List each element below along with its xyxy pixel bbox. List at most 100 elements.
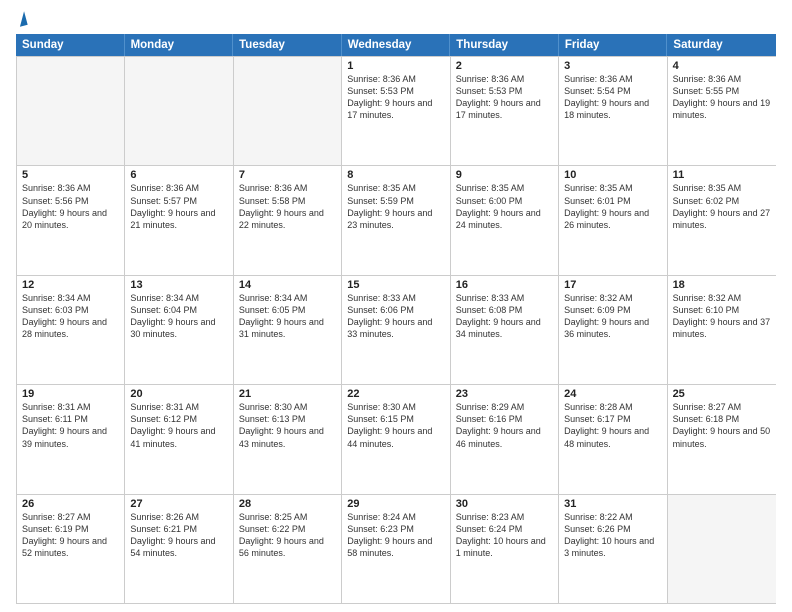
calendar-cell: 27Sunrise: 8:26 AM Sunset: 6:21 PM Dayli… [125,495,233,603]
day-number: 20 [130,388,227,400]
day-info: Sunrise: 8:35 AM Sunset: 6:00 PM Dayligh… [456,182,553,231]
day-number: 13 [130,279,227,291]
day-number: 29 [347,498,444,510]
day-info: Sunrise: 8:35 AM Sunset: 6:01 PM Dayligh… [564,182,661,231]
calendar-cell: 16Sunrise: 8:33 AM Sunset: 6:08 PM Dayli… [451,276,559,384]
day-info: Sunrise: 8:36 AM Sunset: 5:58 PM Dayligh… [239,182,336,231]
day-header-friday: Friday [559,34,668,56]
calendar-cell: 17Sunrise: 8:32 AM Sunset: 6:09 PM Dayli… [559,276,667,384]
day-info: Sunrise: 8:22 AM Sunset: 6:26 PM Dayligh… [564,511,661,560]
calendar-cell: 7Sunrise: 8:36 AM Sunset: 5:58 PM Daylig… [234,166,342,274]
day-number: 15 [347,279,444,291]
calendar-cell: 2Sunrise: 8:36 AM Sunset: 5:53 PM Daylig… [451,57,559,165]
calendar-cell: 13Sunrise: 8:34 AM Sunset: 6:04 PM Dayli… [125,276,233,384]
calendar-cell: 20Sunrise: 8:31 AM Sunset: 6:12 PM Dayli… [125,385,233,493]
calendar-cell: 29Sunrise: 8:24 AM Sunset: 6:23 PM Dayli… [342,495,450,603]
day-number: 31 [564,498,661,510]
calendar-cell: 31Sunrise: 8:22 AM Sunset: 6:26 PM Dayli… [559,495,667,603]
day-number: 11 [673,169,771,181]
day-number: 24 [564,388,661,400]
day-info: Sunrise: 8:29 AM Sunset: 6:16 PM Dayligh… [456,401,553,450]
day-number: 21 [239,388,336,400]
calendar-cell: 3Sunrise: 8:36 AM Sunset: 5:54 PM Daylig… [559,57,667,165]
logo-icon [16,11,27,27]
day-number: 25 [673,388,771,400]
day-number: 27 [130,498,227,510]
day-info: Sunrise: 8:35 AM Sunset: 6:02 PM Dayligh… [673,182,771,231]
day-number: 26 [22,498,119,510]
day-number: 12 [22,279,119,291]
day-info: Sunrise: 8:36 AM Sunset: 5:54 PM Dayligh… [564,73,661,122]
day-info: Sunrise: 8:34 AM Sunset: 6:03 PM Dayligh… [22,292,119,341]
calendar-cell: 22Sunrise: 8:30 AM Sunset: 6:15 PM Dayli… [342,385,450,493]
calendar-week-5: 26Sunrise: 8:27 AM Sunset: 6:19 PM Dayli… [17,494,776,603]
day-header-wednesday: Wednesday [342,34,451,56]
calendar-cell: 15Sunrise: 8:33 AM Sunset: 6:06 PM Dayli… [342,276,450,384]
day-number: 4 [673,60,771,72]
calendar-body: 1Sunrise: 8:36 AM Sunset: 5:53 PM Daylig… [16,56,776,604]
day-number: 8 [347,169,444,181]
calendar-header: SundayMondayTuesdayWednesdayThursdayFrid… [16,34,776,56]
day-info: Sunrise: 8:27 AM Sunset: 6:19 PM Dayligh… [22,511,119,560]
day-number: 14 [239,279,336,291]
day-info: Sunrise: 8:26 AM Sunset: 6:21 PM Dayligh… [130,511,227,560]
calendar-cell: 5Sunrise: 8:36 AM Sunset: 5:56 PM Daylig… [17,166,125,274]
day-info: Sunrise: 8:28 AM Sunset: 6:17 PM Dayligh… [564,401,661,450]
calendar-cell: 24Sunrise: 8:28 AM Sunset: 6:17 PM Dayli… [559,385,667,493]
day-number: 3 [564,60,661,72]
calendar-cell: 9Sunrise: 8:35 AM Sunset: 6:00 PM Daylig… [451,166,559,274]
day-info: Sunrise: 8:30 AM Sunset: 6:13 PM Dayligh… [239,401,336,450]
calendar-cell [234,57,342,165]
logo-text [16,12,27,26]
calendar-cell: 21Sunrise: 8:30 AM Sunset: 6:13 PM Dayli… [234,385,342,493]
day-number: 30 [456,498,553,510]
day-number: 28 [239,498,336,510]
day-header-sunday: Sunday [16,34,125,56]
calendar-week-4: 19Sunrise: 8:31 AM Sunset: 6:11 PM Dayli… [17,384,776,493]
calendar-cell: 10Sunrise: 8:35 AM Sunset: 6:01 PM Dayli… [559,166,667,274]
day-header-saturday: Saturday [667,34,776,56]
day-number: 16 [456,279,553,291]
day-header-thursday: Thursday [450,34,559,56]
calendar-cell: 4Sunrise: 8:36 AM Sunset: 5:55 PM Daylig… [668,57,776,165]
day-number: 17 [564,279,661,291]
calendar-cell [125,57,233,165]
calendar-cell: 19Sunrise: 8:31 AM Sunset: 6:11 PM Dayli… [17,385,125,493]
calendar-cell: 1Sunrise: 8:36 AM Sunset: 5:53 PM Daylig… [342,57,450,165]
day-info: Sunrise: 8:33 AM Sunset: 6:06 PM Dayligh… [347,292,444,341]
day-info: Sunrise: 8:36 AM Sunset: 5:53 PM Dayligh… [456,73,553,122]
day-info: Sunrise: 8:31 AM Sunset: 6:12 PM Dayligh… [130,401,227,450]
calendar-week-2: 5Sunrise: 8:36 AM Sunset: 5:56 PM Daylig… [17,165,776,274]
header [16,12,776,26]
day-info: Sunrise: 8:36 AM Sunset: 5:53 PM Dayligh… [347,73,444,122]
day-number: 23 [456,388,553,400]
page: SundayMondayTuesdayWednesdayThursdayFrid… [0,0,792,612]
day-info: Sunrise: 8:33 AM Sunset: 6:08 PM Dayligh… [456,292,553,341]
day-info: Sunrise: 8:36 AM Sunset: 5:55 PM Dayligh… [673,73,771,122]
day-number: 1 [347,60,444,72]
day-number: 2 [456,60,553,72]
day-info: Sunrise: 8:32 AM Sunset: 6:09 PM Dayligh… [564,292,661,341]
day-info: Sunrise: 8:34 AM Sunset: 6:04 PM Dayligh… [130,292,227,341]
calendar-cell: 25Sunrise: 8:27 AM Sunset: 6:18 PM Dayli… [668,385,776,493]
day-number: 10 [564,169,661,181]
calendar-week-3: 12Sunrise: 8:34 AM Sunset: 6:03 PM Dayli… [17,275,776,384]
logo [16,12,27,26]
day-info: Sunrise: 8:30 AM Sunset: 6:15 PM Dayligh… [347,401,444,450]
day-info: Sunrise: 8:36 AM Sunset: 5:56 PM Dayligh… [22,182,119,231]
calendar-cell: 8Sunrise: 8:35 AM Sunset: 5:59 PM Daylig… [342,166,450,274]
calendar-cell: 28Sunrise: 8:25 AM Sunset: 6:22 PM Dayli… [234,495,342,603]
calendar-cell: 23Sunrise: 8:29 AM Sunset: 6:16 PM Dayli… [451,385,559,493]
calendar-cell [668,495,776,603]
day-info: Sunrise: 8:32 AM Sunset: 6:10 PM Dayligh… [673,292,771,341]
calendar-week-1: 1Sunrise: 8:36 AM Sunset: 5:53 PM Daylig… [17,56,776,165]
day-info: Sunrise: 8:36 AM Sunset: 5:57 PM Dayligh… [130,182,227,231]
calendar-cell: 14Sunrise: 8:34 AM Sunset: 6:05 PM Dayli… [234,276,342,384]
calendar-cell: 6Sunrise: 8:36 AM Sunset: 5:57 PM Daylig… [125,166,233,274]
calendar-cell: 18Sunrise: 8:32 AM Sunset: 6:10 PM Dayli… [668,276,776,384]
day-info: Sunrise: 8:24 AM Sunset: 6:23 PM Dayligh… [347,511,444,560]
day-number: 19 [22,388,119,400]
calendar-cell [17,57,125,165]
day-number: 6 [130,169,227,181]
day-info: Sunrise: 8:25 AM Sunset: 6:22 PM Dayligh… [239,511,336,560]
